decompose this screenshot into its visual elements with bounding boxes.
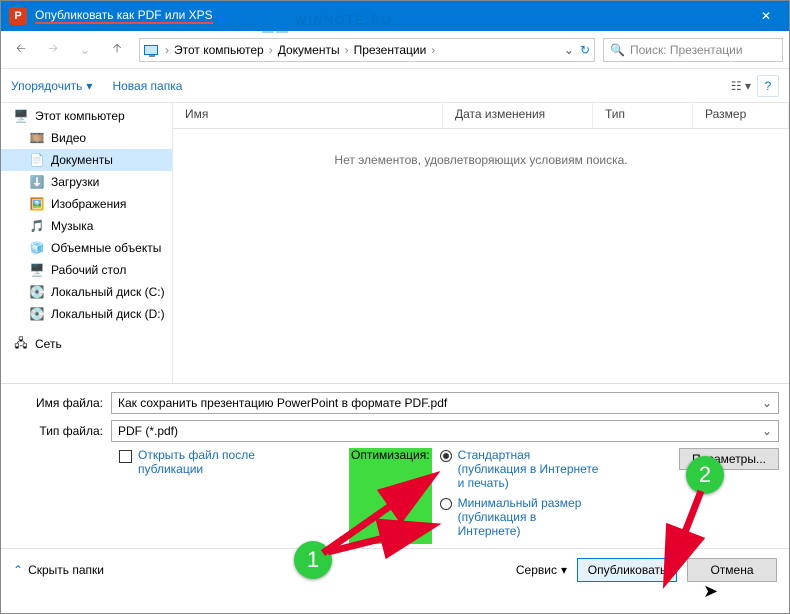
open-after-checkbox[interactable]: Открыть файл после публикации: [119, 448, 319, 476]
breadcrumb-pres[interactable]: Презентации: [354, 43, 427, 57]
chevron-down-icon: ▾: [86, 79, 92, 93]
sidebar-item-desktop[interactable]: 🖥️Рабочий стол: [1, 259, 172, 281]
cancel-button[interactable]: Отмена: [687, 558, 777, 582]
sidebar-item-music[interactable]: 🎵Музыка: [1, 215, 172, 237]
file-list: Имя Дата изменения Тип Размер Нет элемен…: [173, 103, 789, 383]
sidebar-item-disk-c[interactable]: 💽Локальный диск (C:): [1, 281, 172, 303]
sidebar-item-network[interactable]: 🖧Сеть: [1, 333, 172, 355]
optimization-label: Оптимизация:: [349, 448, 432, 544]
main-area: 🖥️Этот компьютер 🎞️Видео 📄Документы ⬇️За…: [1, 103, 789, 383]
documents-icon: 📄: [29, 152, 45, 168]
music-icon: 🎵: [29, 218, 45, 234]
images-icon: 🖼️: [29, 196, 45, 212]
chevron-down-icon: ▾: [561, 563, 567, 577]
filetype-label: Тип файла:: [11, 424, 111, 438]
checkbox-icon: [119, 450, 132, 463]
annotation-badge-2: 2: [686, 456, 724, 494]
video-icon: 🎞️: [29, 130, 45, 146]
organize-menu[interactable]: Упорядочить▾: [11, 79, 92, 93]
sidebar: 🖥️Этот компьютер 🎞️Видео 📄Документы ⬇️За…: [1, 103, 173, 383]
disk-icon: 💽: [29, 284, 45, 300]
optimization-standard-radio[interactable]: Стандартная (публикация в Интернете и пе…: [440, 448, 600, 490]
navigation-row: 🡠 🡢 ⌄ 🡡 › Этот компьютер › Документы › П…: [1, 31, 789, 69]
service-menu[interactable]: Сервис ▾: [516, 563, 567, 577]
breadcrumb-docs[interactable]: Документы: [278, 43, 340, 57]
titlebar: P Опубликовать как PDF или XPS ✕: [1, 1, 789, 31]
publish-button[interactable]: Опубликовать: [577, 558, 677, 582]
up-button[interactable]: 🡡: [103, 36, 131, 64]
address-dropdown-icon[interactable]: ⌄: [564, 43, 574, 57]
sidebar-item-disk-d[interactable]: 💽Локальный диск (D:): [1, 303, 172, 325]
network-icon: 🖧: [13, 336, 29, 352]
sidebar-item-3dobjects[interactable]: 🧊Объемные объекты: [1, 237, 172, 259]
filename-label: Имя файла:: [11, 396, 111, 410]
help-button[interactable]: ?: [757, 75, 779, 97]
column-date[interactable]: Дата изменения: [443, 103, 593, 128]
radio-icon: [440, 498, 452, 510]
recent-dropdown[interactable]: ⌄: [71, 36, 99, 64]
footer: ⌃ Скрыть папки Сервис ▾ Опубликовать Отм…: [1, 548, 789, 590]
optimization-minimal-radio[interactable]: Минимальный размер (публикация в Интерне…: [440, 496, 600, 538]
view-options-button[interactable]: ☷ ▾: [731, 79, 751, 93]
filename-input[interactable]: Как сохранить презентацию PowerPoint в ф…: [111, 392, 779, 414]
annotation-badge-1: 1: [294, 541, 332, 579]
chevron-right-icon[interactable]: ›: [269, 43, 273, 57]
filetype-dropdown[interactable]: PDF (*.pdf): [111, 420, 779, 442]
chevron-up-icon: ⌃: [13, 563, 23, 577]
open-after-label: Открыть файл после публикации: [138, 448, 319, 476]
search-placeholder: Поиск: Презентации: [630, 43, 743, 57]
chevron-right-icon[interactable]: ›: [165, 43, 169, 57]
toolbar: Упорядочить▾ Новая папка ☷ ▾ ?: [1, 69, 789, 103]
sidebar-item-documents[interactable]: 📄Документы: [1, 149, 172, 171]
refresh-icon[interactable]: ↻: [580, 43, 590, 57]
cursor-icon: ➤: [703, 581, 718, 602]
close-button[interactable]: ✕: [743, 1, 789, 31]
computer-icon: [144, 45, 158, 55]
forward-button[interactable]: 🡢: [39, 36, 67, 64]
chevron-right-icon[interactable]: ›: [431, 43, 435, 57]
sidebar-item-images[interactable]: 🖼️Изображения: [1, 193, 172, 215]
objects-icon: 🧊: [29, 240, 45, 256]
breadcrumb-pc[interactable]: Этот компьютер: [174, 43, 264, 57]
address-bar[interactable]: › Этот компьютер › Документы › Презентац…: [139, 38, 595, 62]
window-title: Опубликовать как PDF или XPS: [35, 8, 213, 24]
sidebar-item-video[interactable]: 🎞️Видео: [1, 127, 172, 149]
hide-folders-link[interactable]: ⌃ Скрыть папки: [13, 563, 104, 577]
optimization-minimal-label: Минимальный размер (публикация в Интерне…: [458, 496, 600, 538]
column-type[interactable]: Тип: [593, 103, 693, 128]
list-header: Имя Дата изменения Тип Размер: [173, 103, 789, 129]
disk-icon: 💽: [29, 306, 45, 322]
sidebar-item-downloads[interactable]: ⬇️Загрузки: [1, 171, 172, 193]
desktop-icon: 🖥️: [29, 262, 45, 278]
sidebar-item-pc[interactable]: 🖥️Этот компьютер: [1, 105, 172, 127]
column-size[interactable]: Размер: [693, 103, 789, 128]
radio-icon: [440, 450, 452, 462]
back-button[interactable]: 🡠: [7, 36, 35, 64]
search-input[interactable]: 🔍 Поиск: Презентации: [603, 38, 783, 62]
chevron-right-icon[interactable]: ›: [345, 43, 349, 57]
powerpoint-app-icon: P: [9, 7, 27, 25]
optimization-standard-label: Стандартная (публикация в Интернете и пе…: [458, 448, 600, 490]
computer-icon: 🖥️: [13, 108, 29, 124]
column-name[interactable]: Имя: [173, 103, 443, 128]
save-form: Имя файла: Как сохранить презентацию Pow…: [1, 383, 789, 548]
new-folder-button[interactable]: Новая папка: [112, 79, 182, 93]
breadcrumb: › Этот компьютер › Документы › Презентац…: [162, 43, 438, 57]
empty-list-message: Нет элементов, удовлетворяющих условиям …: [173, 129, 789, 167]
search-icon: 🔍: [610, 43, 625, 57]
downloads-icon: ⬇️: [29, 174, 45, 190]
